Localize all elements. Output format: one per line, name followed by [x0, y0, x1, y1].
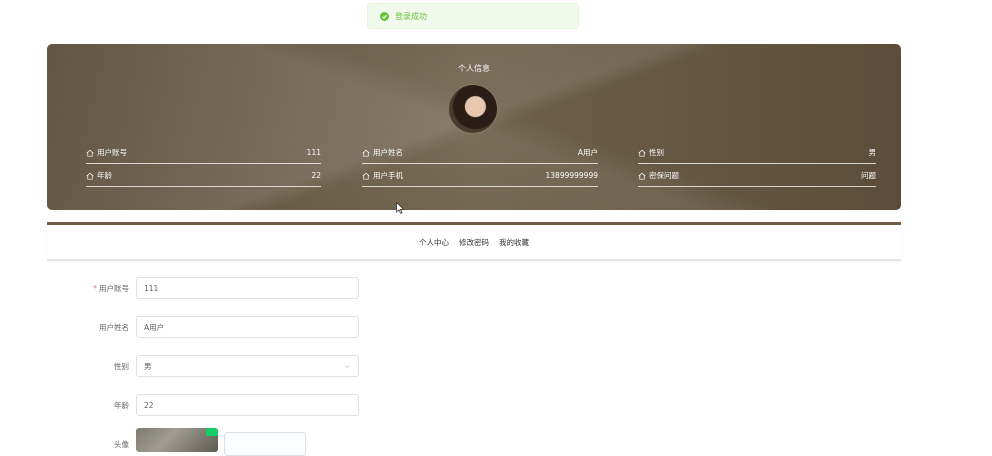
form-row-account: * 用户账号 111 — [70, 276, 359, 300]
info-row-account: 用户账号 111 — [86, 142, 321, 164]
gender-label: 性别 — [114, 361, 129, 371]
form-row-gender: 性别 男 — [70, 354, 359, 378]
form-row-avatar: 头像 — [70, 428, 306, 456]
home-icon — [86, 172, 94, 180]
info-value-phone: 13899999999 — [545, 171, 599, 180]
profile-avatar — [448, 84, 498, 134]
gender-select-value: 男 — [144, 361, 152, 371]
home-icon — [638, 172, 646, 180]
upload-success-badge — [206, 428, 218, 436]
home-icon — [362, 149, 370, 157]
age-input[interactable]: 22 — [136, 394, 359, 416]
age-label: 年龄 — [114, 400, 129, 410]
home-icon — [86, 149, 94, 157]
info-value-security-question: 问题 — [861, 171, 876, 180]
info-row-age: 年龄 22 — [86, 165, 321, 187]
info-row-name: 用户姓名 A用户 — [362, 142, 598, 164]
info-value-account: 111 — [306, 148, 321, 157]
tab-change-password[interactable]: 修改密码 — [459, 237, 489, 248]
info-row-security-question: 密保问题 问题 — [638, 165, 876, 187]
success-toast: 登录成功 — [367, 3, 579, 29]
info-value-name: A用户 — [577, 148, 598, 157]
name-input[interactable]: A用户 — [136, 316, 359, 338]
profile-info-panel: 个人信息 用户账号 111 用户姓名 A用户 性别 男 年龄 22 用户手机 1… — [47, 44, 901, 210]
profile-title: 个人信息 — [458, 64, 490, 73]
account-label: * 用户账号 — [93, 283, 129, 293]
home-icon — [638, 149, 646, 157]
gender-select[interactable]: 男 — [136, 355, 359, 377]
tab-personal-center[interactable]: 个人中心 — [419, 237, 449, 248]
toast-message: 登录成功 — [395, 11, 427, 21]
avatar-preview[interactable] — [136, 428, 218, 452]
avatar-label: 头像 — [114, 440, 129, 449]
form-row-age: 年龄 22 — [70, 393, 359, 417]
chevron-down-icon — [344, 363, 351, 370]
form-row-name: 用户姓名 A用户 — [70, 315, 359, 339]
avatar-upload-box[interactable] — [224, 432, 306, 456]
info-row-gender: 性别 男 — [638, 142, 876, 164]
profile-tabs: 个人中心 修改密码 我的收藏 — [47, 225, 901, 261]
account-input[interactable]: 111 — [136, 277, 359, 299]
home-icon — [362, 172, 370, 180]
info-value-gender: 男 — [868, 148, 877, 157]
check-circle-icon — [380, 11, 389, 21]
mouse-cursor-icon — [396, 202, 404, 214]
tab-my-favorites[interactable]: 我的收藏 — [499, 237, 529, 248]
info-row-phone: 用户手机 13899999999 — [362, 165, 598, 187]
name-label: 用户姓名 — [99, 322, 129, 332]
info-value-age: 22 — [311, 171, 321, 180]
